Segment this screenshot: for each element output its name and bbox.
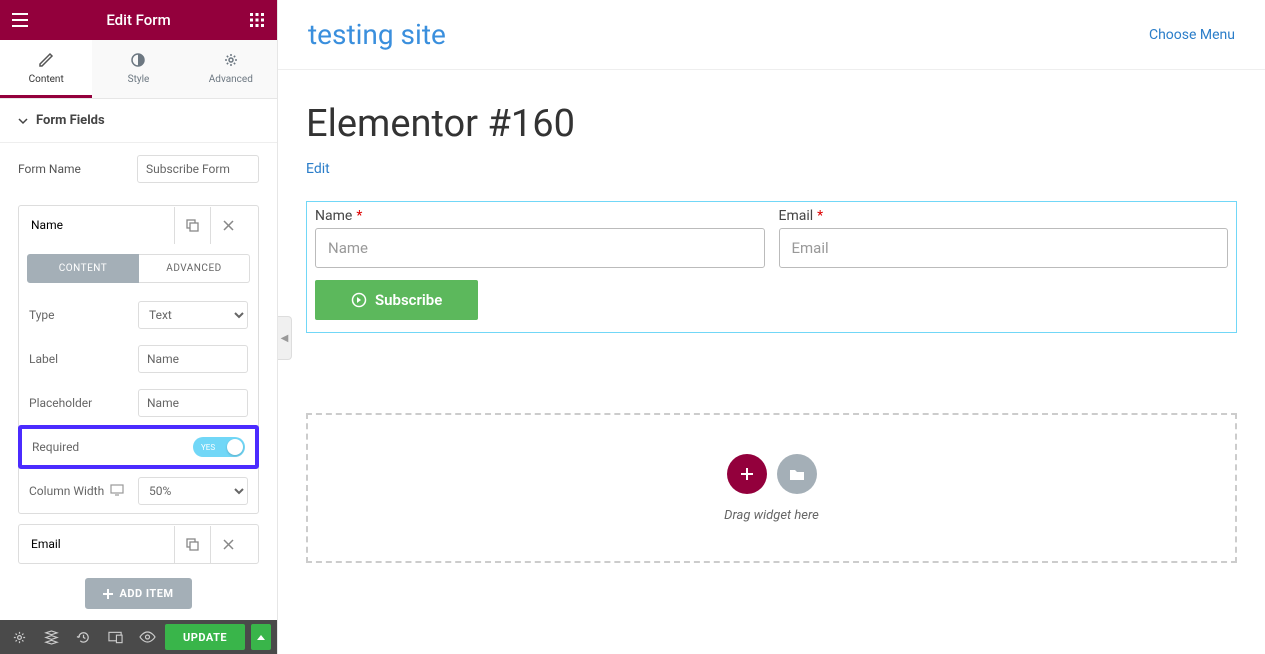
type-row: Type Text <box>19 293 258 337</box>
choose-menu-link[interactable]: Choose Menu <box>1149 27 1235 43</box>
close-icon[interactable] <box>210 207 246 244</box>
settings-icon[interactable] <box>6 623 34 651</box>
label-input[interactable] <box>138 345 248 373</box>
section-form-fields[interactable]: Form Fields <box>0 99 277 143</box>
email-field-label: Email* <box>779 208 1229 224</box>
edit-link[interactable]: Edit <box>306 161 330 177</box>
form-name-input[interactable] <box>137 155 259 183</box>
history-icon[interactable] <box>70 623 98 651</box>
field-card-email: Email <box>18 524 259 564</box>
form-name-row: Form Name <box>0 143 277 195</box>
duplicate-icon[interactable] <box>174 526 210 563</box>
placeholder-row: Placeholder <box>19 381 258 425</box>
email-field-input[interactable] <box>779 228 1229 268</box>
add-section-button[interactable] <box>727 454 767 494</box>
placeholder-input[interactable] <box>138 389 248 417</box>
update-button[interactable]: UPDATE <box>165 624 245 650</box>
field-subtabs: CONTENT ADVANCED <box>27 254 250 283</box>
menu-icon[interactable] <box>10 10 30 30</box>
form-widget[interactable]: Name* Email* Subscribe <box>306 201 1237 333</box>
close-icon[interactable] <box>210 526 246 563</box>
apps-icon[interactable] <box>247 10 267 30</box>
add-item-button[interactable]: ADD ITEM <box>85 578 191 609</box>
update-caret-button[interactable] <box>251 624 271 650</box>
subscribe-button[interactable]: Subscribe <box>315 280 478 320</box>
field-header-email[interactable]: Email <box>19 525 258 563</box>
preview-icon[interactable] <box>133 623 161 651</box>
sidebar-title: Edit Form <box>106 11 170 29</box>
tab-content[interactable]: Content <box>0 40 92 98</box>
subtab-content[interactable]: CONTENT <box>27 254 139 283</box>
tab-advanced[interactable]: Advanced <box>185 40 277 98</box>
name-field-input[interactable] <box>315 228 765 268</box>
site-topbar: testing site Choose Menu <box>278 0 1265 70</box>
name-field-label: Name* <box>315 208 765 224</box>
sidebar-header: Edit Form <box>0 0 277 40</box>
duplicate-icon[interactable] <box>174 207 210 244</box>
required-row: Required YES <box>18 425 259 469</box>
form-name-label: Form Name <box>18 162 81 176</box>
desktop-icon[interactable] <box>110 484 124 499</box>
column-width-select[interactable]: 50% <box>138 477 248 505</box>
field-card-name: Name CONTENT ADVANCED Type Text <box>18 205 259 514</box>
canvas-body: Elementor #160 Edit Name* Email* Subscri… <box>278 70 1265 595</box>
responsive-icon[interactable] <box>101 623 129 651</box>
page-title: Elementor #160 <box>306 102 1237 146</box>
field-header-name[interactable]: Name <box>19 206 258 244</box>
sidebar-tabs: Content Style Advanced <box>0 40 277 99</box>
required-toggle[interactable]: YES <box>193 437 245 457</box>
site-title[interactable]: testing site <box>308 18 446 51</box>
dropzone[interactable]: Drag widget here <box>306 413 1237 563</box>
subtab-advanced[interactable]: ADVANCED <box>139 254 250 283</box>
editor-sidebar: Edit Form Content Style Advanced Form Fi… <box>0 0 278 654</box>
navigator-icon[interactable] <box>38 623 66 651</box>
template-button[interactable] <box>777 454 817 494</box>
type-select[interactable]: Text <box>138 301 248 329</box>
sidebar-footer: UPDATE <box>0 620 277 654</box>
tab-style[interactable]: Style <box>92 40 184 98</box>
column-width-row: Column Width 50% <box>19 469 258 513</box>
controls-panel: Form Fields Form Name Name CONTENT <box>0 99 277 620</box>
collapse-handle[interactable]: ◀ <box>278 316 292 360</box>
label-row: Label <box>19 337 258 381</box>
canvas-main: ◀ testing site Choose Menu Elementor #16… <box>278 0 1265 654</box>
dropzone-text: Drag widget here <box>724 508 819 523</box>
